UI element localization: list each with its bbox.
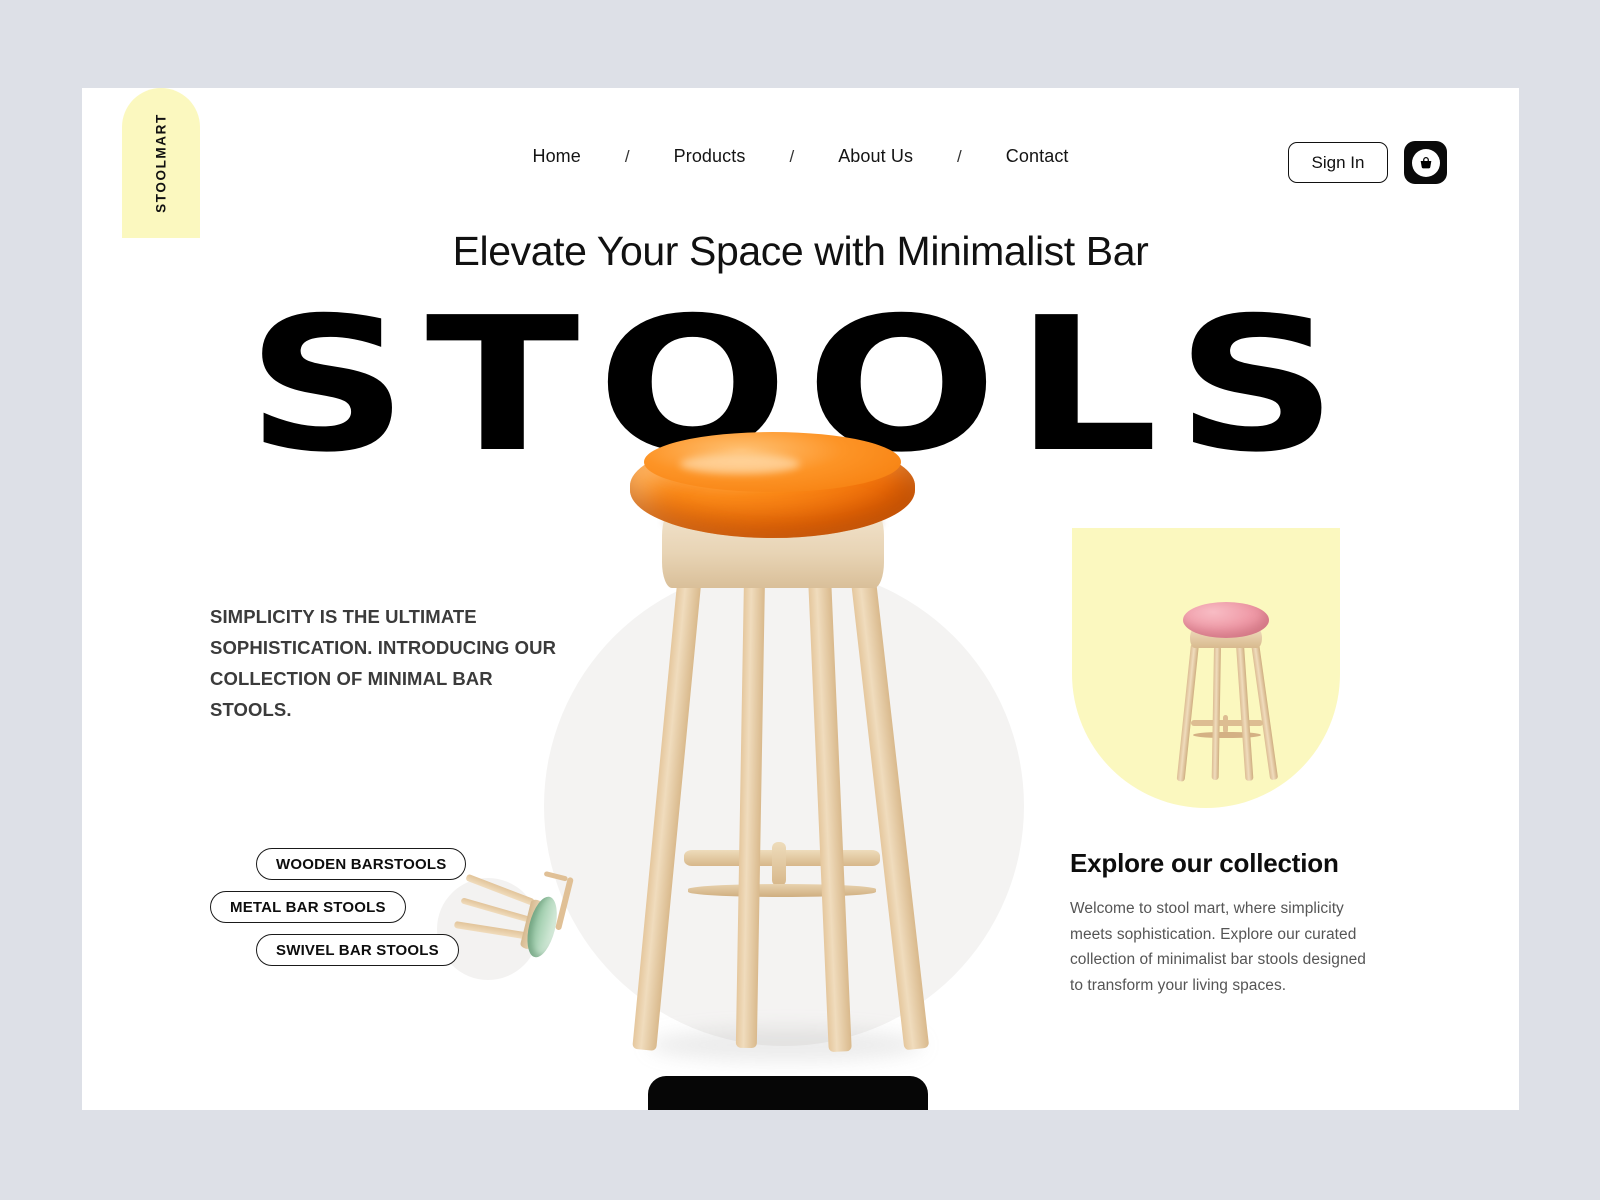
hero-stool-leg	[808, 575, 852, 1053]
explore-body: Welcome to stool mart, where simplicity …	[1070, 900, 1366, 994]
nav-separator: /	[789, 146, 795, 166]
hero-tagline: SIMPLICITY IS THE ULTIMATE SOPHISTICATIO…	[210, 606, 557, 720]
shopping-basket-icon	[1411, 148, 1440, 177]
showcase-stool-leg	[1211, 645, 1221, 781]
cart-button[interactable]	[1404, 141, 1447, 184]
nav-item-products[interactable]: Products	[674, 146, 746, 167]
header-actions: Sign In	[1288, 141, 1447, 184]
landing-page-canvas: STOOLMART Home / Products / About Us / C…	[82, 88, 1519, 1110]
explore-title: Explore our collection	[1070, 848, 1339, 878]
hero-headline: Elevate Your Space with Minimalist Bar	[452, 228, 1149, 274]
category-pill-metal-bar-stools[interactable]: METAL BAR STOOLS	[210, 891, 406, 923]
showcase-stool-seat	[1183, 602, 1269, 638]
showcase-product-image	[1176, 602, 1279, 782]
nav-separator: /	[957, 146, 962, 166]
brand-logo-label: STOOLMART	[153, 113, 169, 213]
explore-section: Explore our collection Welcome to stool …	[1070, 848, 1370, 998]
mini-stool-leg	[453, 921, 527, 940]
showcase-stool-leg	[1251, 642, 1279, 781]
nav-item-contact[interactable]: Contact	[1006, 146, 1069, 167]
brand-logo[interactable]: STOOLMART	[122, 88, 200, 238]
showcase-stool-leg	[1176, 643, 1199, 782]
sign-in-button[interactable]: Sign In	[1288, 142, 1388, 183]
nav-item-about-us[interactable]: About Us	[838, 146, 913, 167]
category-pill-wooden-barstools[interactable]: WOODEN BARSTOOLS	[256, 848, 467, 880]
hero-stool-leg	[850, 570, 930, 1051]
hero-product-image	[622, 432, 952, 1062]
nav-item-home[interactable]: Home	[532, 146, 580, 167]
bottom-cta-bar[interactable]	[648, 1076, 928, 1110]
hero-stool-rung	[688, 884, 876, 897]
hero-stool-shadow	[648, 1028, 924, 1062]
showcase-stool-rung	[1193, 732, 1261, 738]
showcase-stool-rung	[1223, 715, 1228, 733]
showcase-stool-leg	[1236, 644, 1254, 781]
category-pill-swivel-bar-stools[interactable]: SWIVEL BAR STOOLS	[256, 934, 459, 966]
hero-stool-seat-highlight	[680, 454, 800, 474]
hero-stool-rung	[772, 842, 786, 886]
nav-separator: /	[624, 146, 630, 166]
hero-stool-leg	[735, 577, 765, 1049]
hero-stool-leg	[632, 572, 702, 1051]
